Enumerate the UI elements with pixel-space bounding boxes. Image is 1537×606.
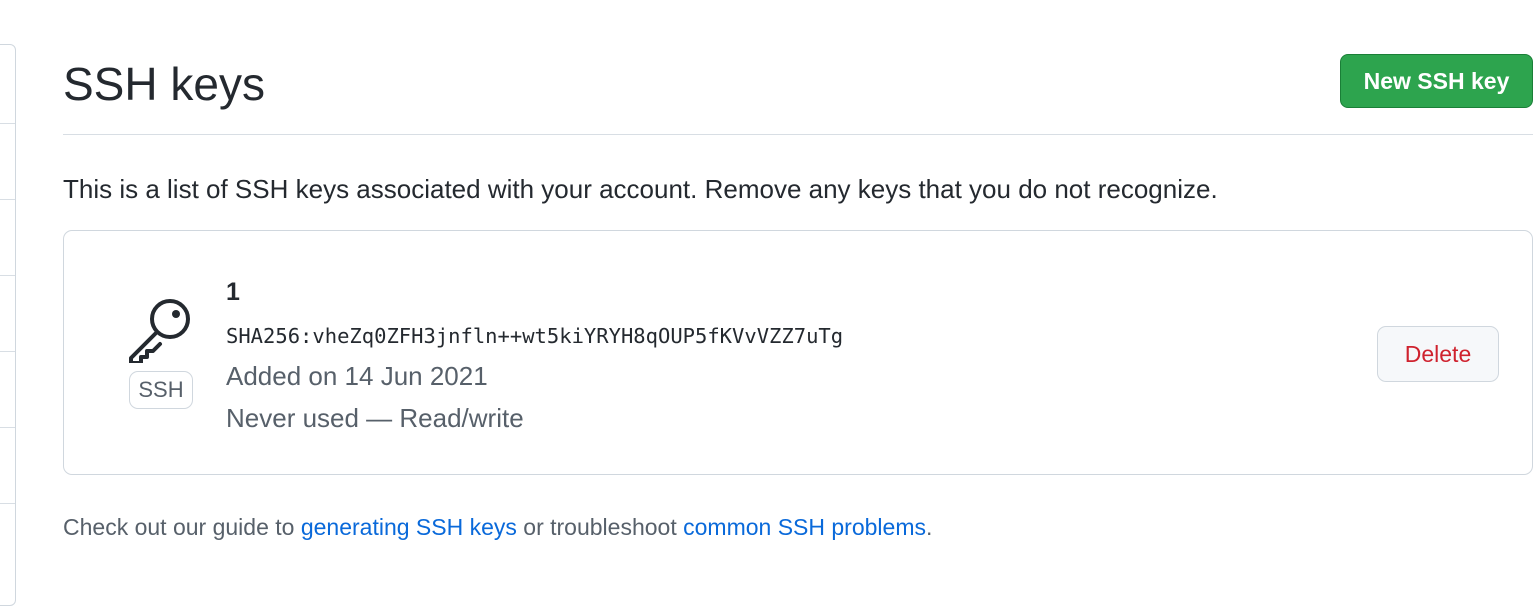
- sidebar-divider: [0, 275, 15, 276]
- sidebar-divider: [0, 351, 15, 352]
- common-ssh-problems-link[interactable]: common SSH problems: [683, 514, 926, 540]
- new-ssh-key-button[interactable]: New SSH key: [1340, 54, 1533, 108]
- help-note-middle: or troubleshoot: [516, 514, 684, 540]
- page-header: SSH keys New SSH key: [63, 0, 1533, 135]
- generating-ssh-keys-link[interactable]: generating SSH keys: [301, 514, 517, 540]
- help-note-suffix: .: [925, 514, 933, 540]
- ssh-key-list-item: SSH 1 SHA256:vheZq0ZFH3jnfln++wt5kiYRYH8…: [63, 230, 1533, 475]
- delete-key-button[interactable]: Delete: [1377, 326, 1499, 382]
- sidebar-divider: [0, 199, 15, 200]
- sidebar-divider: [0, 503, 15, 504]
- key-title: 1: [226, 278, 240, 306]
- sidebar-divider: [0, 427, 15, 428]
- settings-sidebar: [0, 44, 16, 606]
- key-type-label: SSH: [129, 371, 193, 409]
- key-fingerprint: SHA256:vheZq0ZFH3jnfln++wt5kiYRYH8qOUP5f…: [226, 324, 844, 348]
- key-usage-status: Never used — Read/write: [226, 403, 524, 433]
- help-note-prefix: Check out our guide to: [63, 514, 301, 540]
- intro-text: This is a list of SSH keys associated wi…: [63, 174, 1218, 204]
- key-added-date: Added on 14 Jun 2021: [226, 361, 488, 391]
- page-title: SSH keys: [63, 58, 265, 110]
- key-icon: [129, 299, 190, 363]
- ssh-keys-panel: SSH keys New SSH key This is a list of S…: [63, 0, 1533, 583]
- help-note: Check out our guide to generating SSH ke…: [63, 510, 932, 544]
- sidebar-divider: [0, 123, 15, 124]
